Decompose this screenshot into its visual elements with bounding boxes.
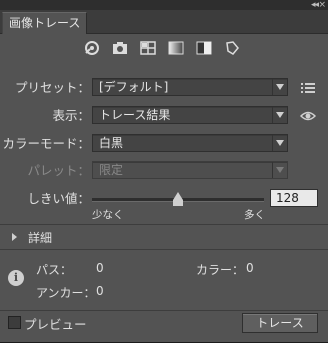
- panel-topbar: ◂◂ ×: [0, 0, 328, 10]
- chevron-down-icon: [272, 79, 287, 95]
- trace-button[interactable]: トレース: [242, 313, 318, 333]
- preset-value: [デフォルト]: [99, 80, 169, 94]
- threshold-min-label: 少なく: [92, 209, 124, 221]
- view-label: 表示：: [52, 108, 90, 123]
- preview-label: プレビュー: [24, 317, 87, 332]
- palette-row: パレット： 限定: [0, 161, 328, 181]
- chevron-down-icon: [272, 107, 287, 123]
- paths-value: 0: [96, 261, 104, 275]
- paths-label: パス：: [36, 263, 73, 277]
- chevron-down-icon: [272, 162, 287, 178]
- details-label: 詳細: [28, 231, 53, 245]
- chevron-down-icon: [272, 135, 287, 151]
- outline-icon[interactable]: [222, 38, 242, 58]
- preset-select[interactable]: [デフォルト]: [92, 78, 288, 96]
- color-mode-row: カラーモード： 白黒: [0, 134, 328, 154]
- color-mode-value: 白黒: [99, 136, 124, 150]
- color-mode-label: カラーモード：: [2, 136, 90, 151]
- view-value: トレース結果: [99, 108, 171, 122]
- threshold-max-label: 多く: [244, 209, 265, 221]
- threshold-row: しきい値： 128: [0, 189, 328, 209]
- view-row: 表示： トレース結果: [0, 106, 328, 126]
- color-mode-select[interactable]: 白黒: [92, 134, 288, 152]
- disclosure-triangle-icon: [12, 233, 17, 241]
- anchors-label: アンカー：: [36, 286, 96, 300]
- grayscale-icon[interactable]: [166, 38, 186, 58]
- threshold-scale: 少なく 多く: [0, 207, 328, 221]
- preview-checkbox[interactable]: [8, 316, 21, 329]
- collapse-panel-icon[interactable]: ◂◂: [311, 0, 319, 10]
- threshold-slider-thumb[interactable]: [173, 192, 183, 206]
- auto-color-icon[interactable]: [82, 38, 102, 58]
- preset-label: プリセット：: [14, 80, 90, 95]
- black-white-icon[interactable]: [194, 38, 214, 58]
- preset-list-icon[interactable]: [300, 80, 316, 96]
- threshold-value-input[interactable]: 128: [270, 189, 318, 207]
- panel-tabstrip: 画像トレース: [0, 10, 328, 34]
- tab-image-trace[interactable]: 画像トレース: [2, 12, 88, 34]
- preset-buttons: [82, 38, 242, 60]
- details-section[interactable]: 詳細: [0, 224, 328, 250]
- palette-label: パレット：: [27, 163, 90, 178]
- preset-row: プリセット： [デフォルト]: [0, 78, 328, 98]
- close-panel-icon[interactable]: ×: [318, 0, 326, 10]
- eye-icon[interactable]: [299, 108, 317, 124]
- view-select[interactable]: トレース結果: [92, 106, 288, 124]
- low-color-icon[interactable]: [138, 38, 158, 58]
- info-icon: i: [8, 270, 24, 286]
- colors-value: 0: [246, 261, 254, 275]
- threshold-label: しきい値：: [27, 191, 90, 206]
- high-color-icon[interactable]: [110, 38, 130, 58]
- image-trace-panel: ◂◂ × 画像トレース プリセット： [デフォルト] 表示： トレース結果 カラ…: [0, 0, 328, 342]
- palette-select: 限定: [92, 161, 288, 179]
- anchors-value: 0: [96, 284, 104, 298]
- palette-value: 限定: [99, 163, 124, 177]
- colors-label: カラー：: [196, 263, 245, 277]
